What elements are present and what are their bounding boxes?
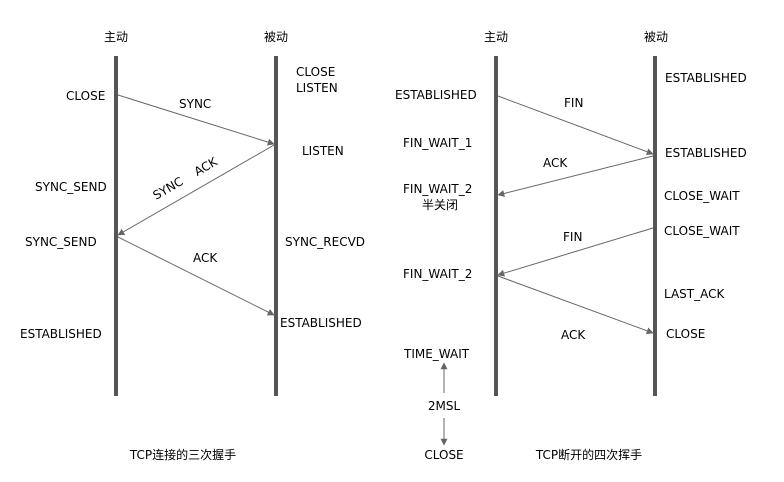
handshake-passive-state: LISTEN [302,144,344,158]
handshake-diagram: 主动 被动 CLOSE SYNC_SEND SYNC_SEND ESTABLIS… [20,30,365,462]
teardown-title: TCP断开的四次挥手 [535,447,642,462]
handshake-message-label: ACK [193,251,218,265]
handshake-arrow-ack [117,236,275,316]
handshake-active-state: SYNC_SEND [35,180,107,194]
handshake-passive-label: 被动 [264,30,288,44]
teardown-active-state: FIN_WAIT_1 [403,136,472,150]
teardown-active-state: FIN_WAIT_2 [403,267,472,281]
teardown-passive-state: CLOSE_WAIT [664,224,740,238]
handshake-active-state: SYNC_SEND [25,235,97,249]
handshake-active-label: 主动 [104,30,128,44]
teardown-active-state: ESTABLISHED [395,88,477,102]
handshake-message-label: SYNC [179,97,211,111]
teardown-active-state: FIN_WAIT_2 [403,182,472,196]
tcp-diagram: 主动 被动 CLOSE SYNC_SEND SYNC_SEND ESTABLIS… [20,30,747,462]
handshake-message-label: SYNC ACK [151,154,221,203]
handshake-passive-state: CLOSE [296,65,335,79]
handshake-passive-state: ESTABLISHED [280,316,362,330]
teardown-message-label: FIN [564,96,583,110]
teardown-passive-label: 被动 [644,30,668,44]
handshake-passive-state: LISTEN [296,81,338,95]
teardown-diagram: 主动 被动 ESTABLISHED FIN_WAIT_1 FIN_WAIT_2 … [395,30,747,462]
handshake-active-state: ESTABLISHED [20,327,102,341]
handshake-passive-state: SYNC_RECVD [285,235,365,249]
teardown-passive-state: CLOSE_WAIT [664,189,740,203]
handshake-title: TCP连接的三次握手 [129,447,236,462]
teardown-passive-state: ESTABLISHED [665,146,747,160]
teardown-2msl-label: 2MSL [428,399,461,413]
teardown-passive-state: ESTABLISHED [665,71,747,85]
handshake-active-state: CLOSE [66,89,105,103]
teardown-message-label: FIN [563,230,582,244]
teardown-active-state: TIME_WAIT [403,347,470,361]
handshake-arrow-sync-ack [117,144,275,236]
teardown-half-close-label: 半关闭 [422,198,458,212]
teardown-message-label: ACK [543,156,568,170]
teardown-arrow-ack-2 [497,275,654,335]
teardown-arrow-ack-1 [497,155,654,197]
teardown-active-state: CLOSE [424,448,463,462]
teardown-message-label: ACK [561,328,586,342]
teardown-active-label: 主动 [484,30,508,44]
teardown-passive-state: CLOSE [666,327,705,341]
teardown-passive-state: LAST_ACK [664,287,725,301]
